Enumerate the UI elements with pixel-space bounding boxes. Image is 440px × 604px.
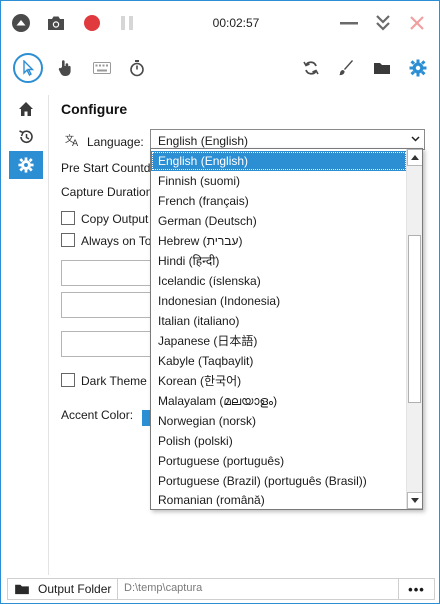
svg-text:A: A [72, 139, 79, 147]
hand-click-icon[interactable] [50, 53, 80, 83]
collapse-up-icon[interactable] [9, 11, 33, 35]
language-option[interactable]: English (English) [151, 151, 407, 171]
capture-duration-label: Capture Duration [61, 185, 153, 199]
dark-theme-checkbox[interactable] [61, 373, 75, 387]
text-field-2[interactable] [61, 292, 151, 318]
language-label: 文A Language: [65, 133, 144, 150]
always-on-top-checkbox[interactable] [61, 233, 75, 247]
output-bar: Output Folder D:\temp\captura ••• [7, 578, 435, 600]
language-option[interactable]: Japanese (日本語) [151, 331, 407, 351]
text-field-1[interactable] [61, 260, 151, 286]
refresh-icon[interactable] [296, 53, 326, 83]
page-title: Configure [61, 101, 128, 117]
language-option[interactable]: Polish (polski) [151, 431, 407, 451]
language-label-text: Language: [87, 134, 144, 149]
language-option[interactable]: Finnish (suomi) [151, 171, 407, 191]
output-path: D:\temp\captura [124, 582, 203, 594]
language-option[interactable]: Romanian (română) [151, 490, 407, 509]
language-option[interactable]: Norwegian (norsk) [151, 411, 407, 431]
chevron-down-icon [411, 136, 420, 142]
dark-theme-label: Dark Theme [81, 374, 147, 388]
language-option[interactable]: Kabyle (Taqbaylit) [151, 351, 407, 371]
stopwatch-icon[interactable] [122, 53, 152, 83]
language-option[interactable]: Portuguese (português) [151, 451, 407, 471]
language-option[interactable]: Italian (italiano) [151, 311, 407, 331]
close-icon[interactable] [405, 11, 429, 35]
translate-icon: 文A [65, 133, 81, 150]
pre-start-countdown-label: Pre Start Countdo [61, 161, 158, 175]
output-folder-button[interactable]: Output Folder [8, 579, 118, 599]
title-bar: 00:02:57 [1, 1, 439, 45]
sidebar-settings-icon[interactable] [9, 151, 43, 179]
language-dropdown-list: English (English) Finnish (suomi) French… [150, 148, 423, 510]
language-option[interactable]: Icelandic (íslenska) [151, 271, 407, 291]
screenshot-camera-icon[interactable] [44, 11, 68, 35]
sidebar-history-icon[interactable] [9, 123, 43, 151]
cursor-tool-icon[interactable] [13, 53, 43, 83]
copy-output-checkbox[interactable] [61, 211, 75, 225]
language-select[interactable]: English (English) [150, 129, 425, 150]
language-option[interactable]: French (français) [151, 191, 407, 211]
language-option[interactable]: Hebrew (עברית) [151, 231, 407, 251]
dropdown-scrollbar[interactable] [406, 149, 422, 509]
accent-color-label: Accent Color: [61, 408, 134, 422]
sidebar [1, 95, 49, 575]
elapsed-timer: 00:02:57 [212, 16, 260, 30]
brush-icon[interactable] [331, 53, 361, 83]
language-option[interactable]: Malayalam (മലയാളം) [151, 391, 407, 411]
language-select-value: English (English) [158, 134, 249, 148]
folder-icon[interactable] [367, 53, 397, 83]
language-option[interactable]: Hindi (हिन्दी) [151, 251, 407, 271]
scroll-down-arrow-icon[interactable] [407, 492, 422, 509]
scroll-thumb[interactable] [408, 235, 421, 403]
output-folder-icon [15, 584, 29, 595]
language-option[interactable]: Portuguese (Brazil) (português (Brasil)) [151, 471, 407, 491]
always-on-top-label: Always on To [81, 234, 152, 248]
language-option[interactable]: Indonesian (Indonesia) [151, 291, 407, 311]
copy-output-label: Copy Output [81, 212, 149, 226]
minimize-icon[interactable] [337, 11, 361, 35]
scroll-up-arrow-icon[interactable] [407, 149, 422, 166]
tool-bar [1, 49, 439, 89]
language-option[interactable]: Korean (한국어) [151, 371, 407, 391]
pause-icon[interactable] [115, 11, 139, 35]
record-icon[interactable] [80, 11, 104, 35]
expand-chevron-icon[interactable] [371, 11, 395, 35]
text-field-3[interactable] [61, 331, 151, 357]
more-options-button[interactable]: ••• [398, 579, 434, 599]
language-option[interactable]: German (Deutsch) [151, 211, 407, 231]
app-window: 00:02:57 Configure 文 A Language: English… [0, 0, 440, 604]
output-folder-label: Output Folder [38, 582, 112, 596]
sidebar-home-icon[interactable] [9, 95, 43, 123]
settings-gear-icon[interactable] [403, 53, 433, 83]
keyboard-icon[interactable] [87, 53, 117, 83]
